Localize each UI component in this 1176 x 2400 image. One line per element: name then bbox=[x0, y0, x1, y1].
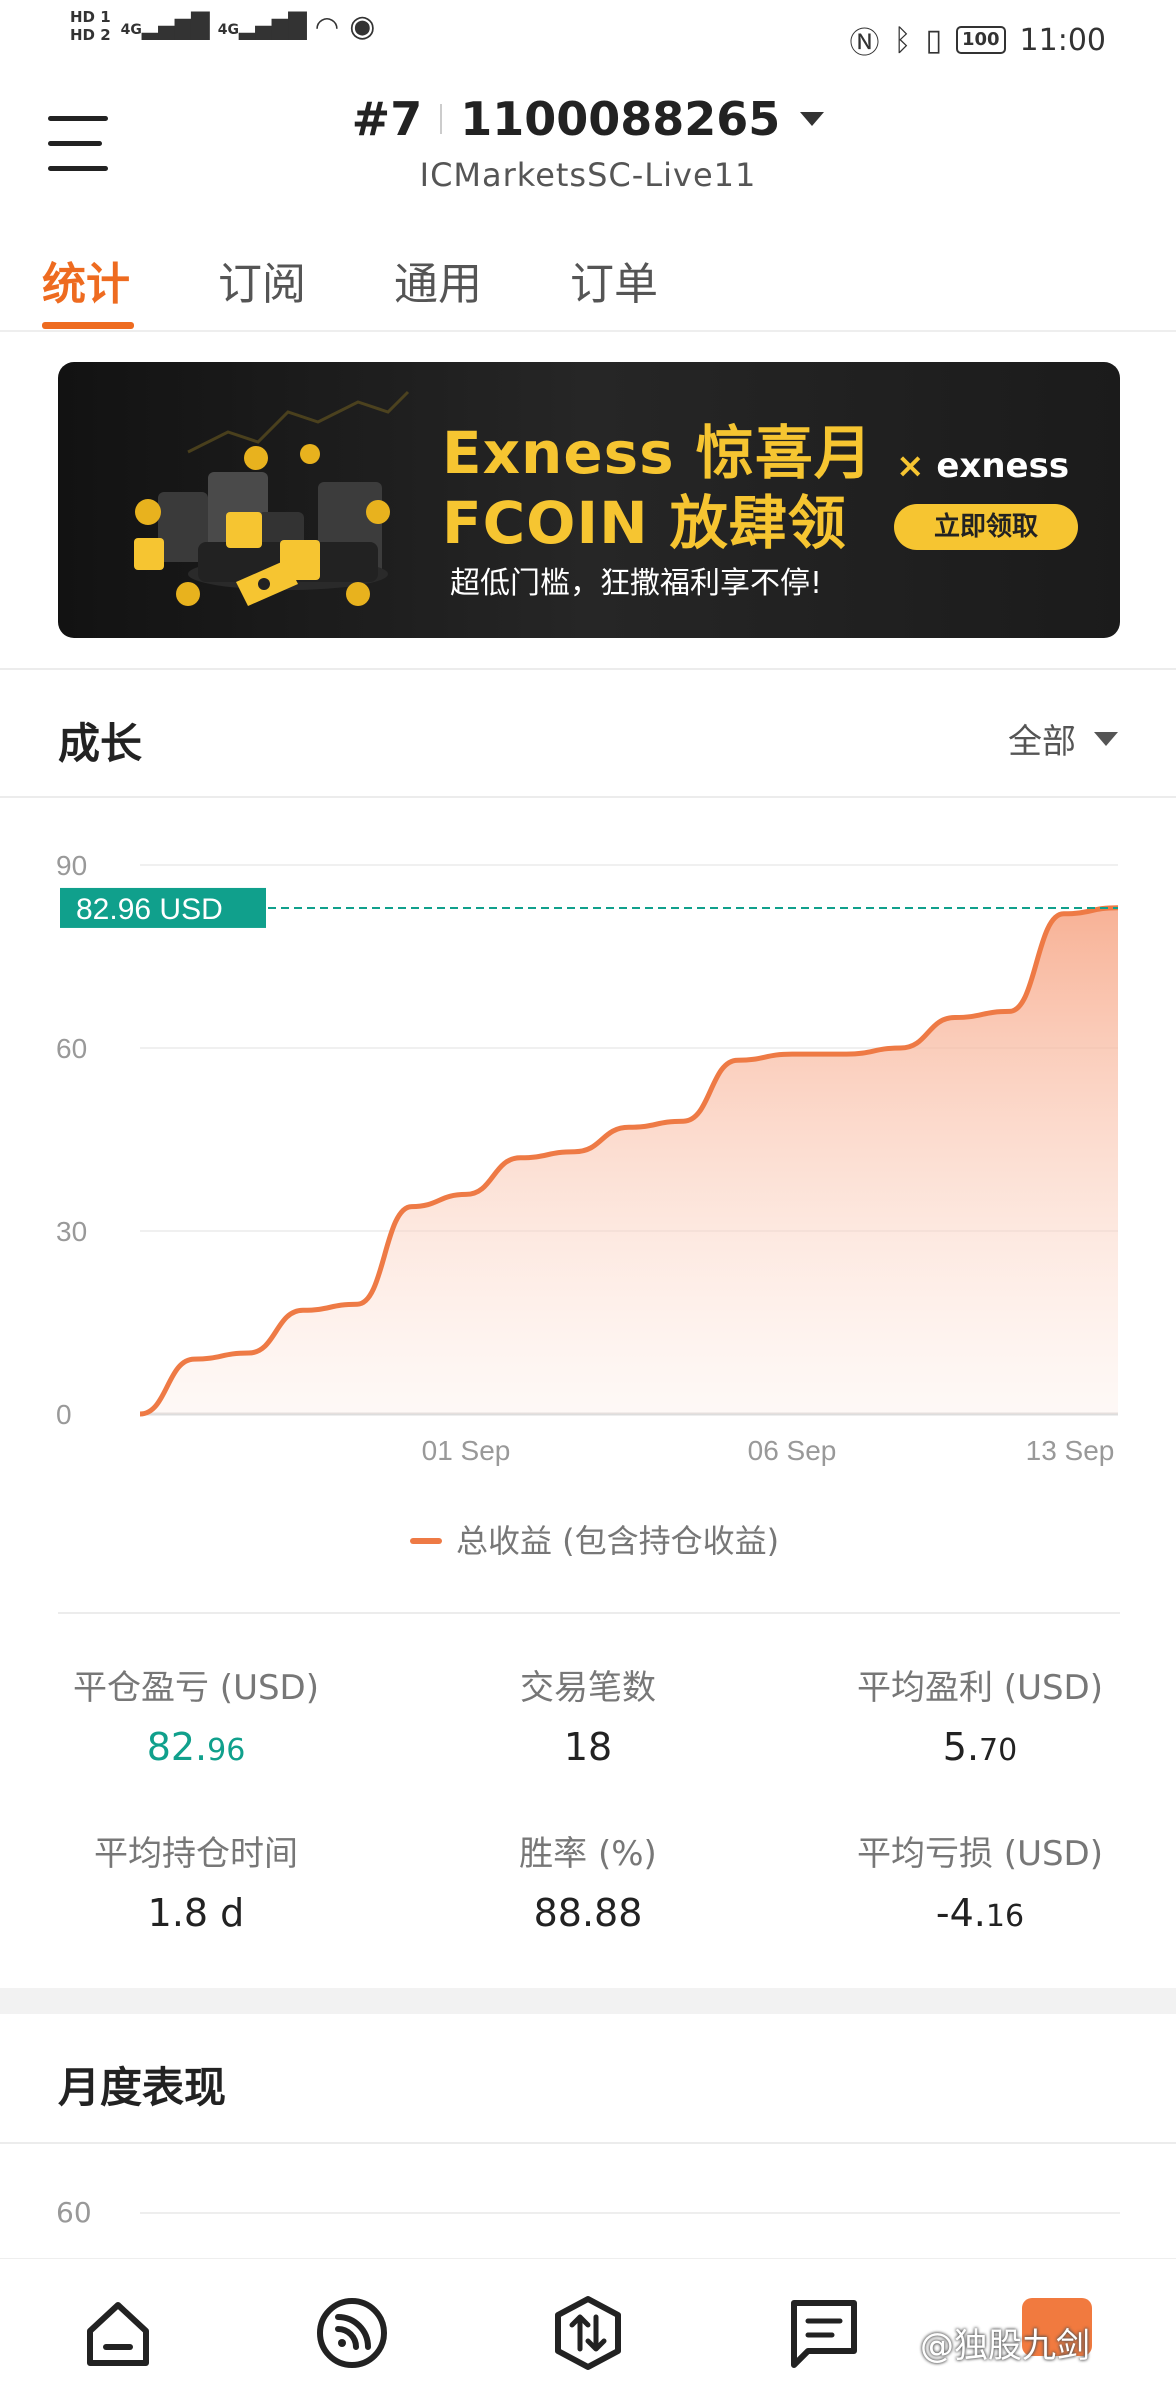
exness-mark-icon: ⨯ bbox=[896, 446, 925, 486]
current-value-label: 82.96 USD bbox=[76, 893, 223, 926]
stat-avg-profit: 平均盈利 (USD) 5.70 bbox=[857, 1668, 1103, 1769]
bluetooth-icon: ᛒ bbox=[893, 22, 912, 58]
account-switcher[interactable]: #7 1100088265 ICMarketsSC-Live11 bbox=[0, 92, 1176, 194]
chevron-down-icon bbox=[800, 112, 825, 126]
divider bbox=[0, 796, 1176, 798]
tab-orders[interactable]: 订单 bbox=[570, 248, 658, 312]
signals-icon[interactable] bbox=[312, 2293, 392, 2373]
active-tab-indicator bbox=[42, 322, 134, 329]
tab-bar: 统计 订阅 通用 订单 bbox=[0, 240, 1176, 332]
promo-banner[interactable]: Exness 惊喜月 FCOIN 放肆领 超低门槛，狂撒福利享不停! ⨯ exn… bbox=[58, 362, 1120, 638]
monthly-gridline bbox=[140, 2212, 1120, 2214]
chart-x-tick-label: 13 Sep bbox=[1026, 1435, 1115, 1466]
chart-x-tick-label: 06 Sep bbox=[748, 1435, 837, 1466]
legend-swatch bbox=[410, 1538, 442, 1544]
period-filter[interactable]: 全部 bbox=[1008, 714, 1118, 763]
chart-y-tick-label: 0 bbox=[56, 1399, 72, 1430]
exness-logo: ⨯ exness bbox=[896, 446, 1070, 486]
legend-label: 总收益 (包含持仓收益) bbox=[456, 1522, 779, 1560]
tab-stats[interactable]: 统计 bbox=[42, 248, 130, 312]
growth-chart: 82.96 USD 0 30 60 90 01 Sep 06 Sep 13 Sep 总收益 … bbox=[56, 850, 1119, 1560]
stat-trade-count: 交易笔数 18 bbox=[520, 1668, 656, 1769]
battery-icon: 100 bbox=[955, 26, 1006, 54]
tab-subscribe[interactable]: 订阅 bbox=[218, 248, 306, 312]
tab-general[interactable]: 通用 bbox=[394, 248, 482, 312]
news-icon[interactable] bbox=[784, 2293, 864, 2373]
growth-title: 成长 bbox=[58, 719, 143, 768]
monthly-y-tick: 60 bbox=[56, 2196, 92, 2229]
monthly-title: 月度表现 bbox=[58, 2063, 227, 2112]
account-rank: #7 bbox=[351, 92, 423, 146]
home-icon[interactable] bbox=[78, 2293, 158, 2373]
stat-avg-loss: 平均亏损 (USD) -4.16 bbox=[857, 1834, 1103, 1935]
watermark: @独股九剑 bbox=[920, 2326, 1090, 2366]
chart-y-tick-label: 30 bbox=[56, 1216, 87, 1247]
divider bbox=[58, 1612, 1120, 1614]
account-number: 1100088265 bbox=[460, 92, 781, 146]
chart-y-tick-label: 90 bbox=[56, 850, 87, 881]
banner-illustration bbox=[134, 390, 410, 606]
chevron-down-icon bbox=[1094, 731, 1118, 746]
stat-closed-pnl: 平仓盈亏 (USD) 82.96 bbox=[73, 1668, 319, 1769]
banner-title-2: FCOIN 放肆领 bbox=[442, 489, 847, 557]
nfc-icon: Ⓝ bbox=[849, 26, 880, 61]
chart-y-tick-label: 60 bbox=[56, 1033, 87, 1064]
trade-icon[interactable] bbox=[548, 2293, 628, 2373]
sim-indicator: HD 1 HD 2 bbox=[70, 8, 111, 44]
chart-x-tick-label: 01 Sep bbox=[422, 1435, 511, 1466]
vibrate-icon: ▯ bbox=[925, 22, 942, 58]
chart-area-fill bbox=[140, 907, 1118, 1414]
stat-avg-holding-time: 平均持仓时间 1.8 d bbox=[94, 1834, 298, 1935]
claim-button[interactable]: 立即领取 bbox=[894, 504, 1078, 550]
banner-subtitle: 超低门槛，狂撒福利享不停! bbox=[450, 566, 823, 601]
divider bbox=[0, 2142, 1176, 2144]
eye-icon: ◉ bbox=[349, 8, 376, 44]
stat-win-rate: 胜率 (%) 88.88 bbox=[519, 1834, 657, 1935]
wifi-icon: ◠ bbox=[314, 9, 340, 43]
clock: 11:00 bbox=[1019, 22, 1106, 58]
divider bbox=[0, 668, 1176, 670]
server-name: ICMarketsSC-Live11 bbox=[419, 156, 757, 194]
section-divider bbox=[0, 1988, 1176, 2014]
signal-icon: 4G▂▄▆█ bbox=[120, 12, 210, 40]
status-bar: HD 1 HD 2 4G▂▄▆█ 4G▂▄▆█ ◠ ◉ Ⓝ ᛒ ▯ 100 11… bbox=[0, 0, 1176, 72]
divider bbox=[440, 104, 443, 134]
signal-icon-2: 4G▂▄▆█ bbox=[217, 12, 307, 40]
